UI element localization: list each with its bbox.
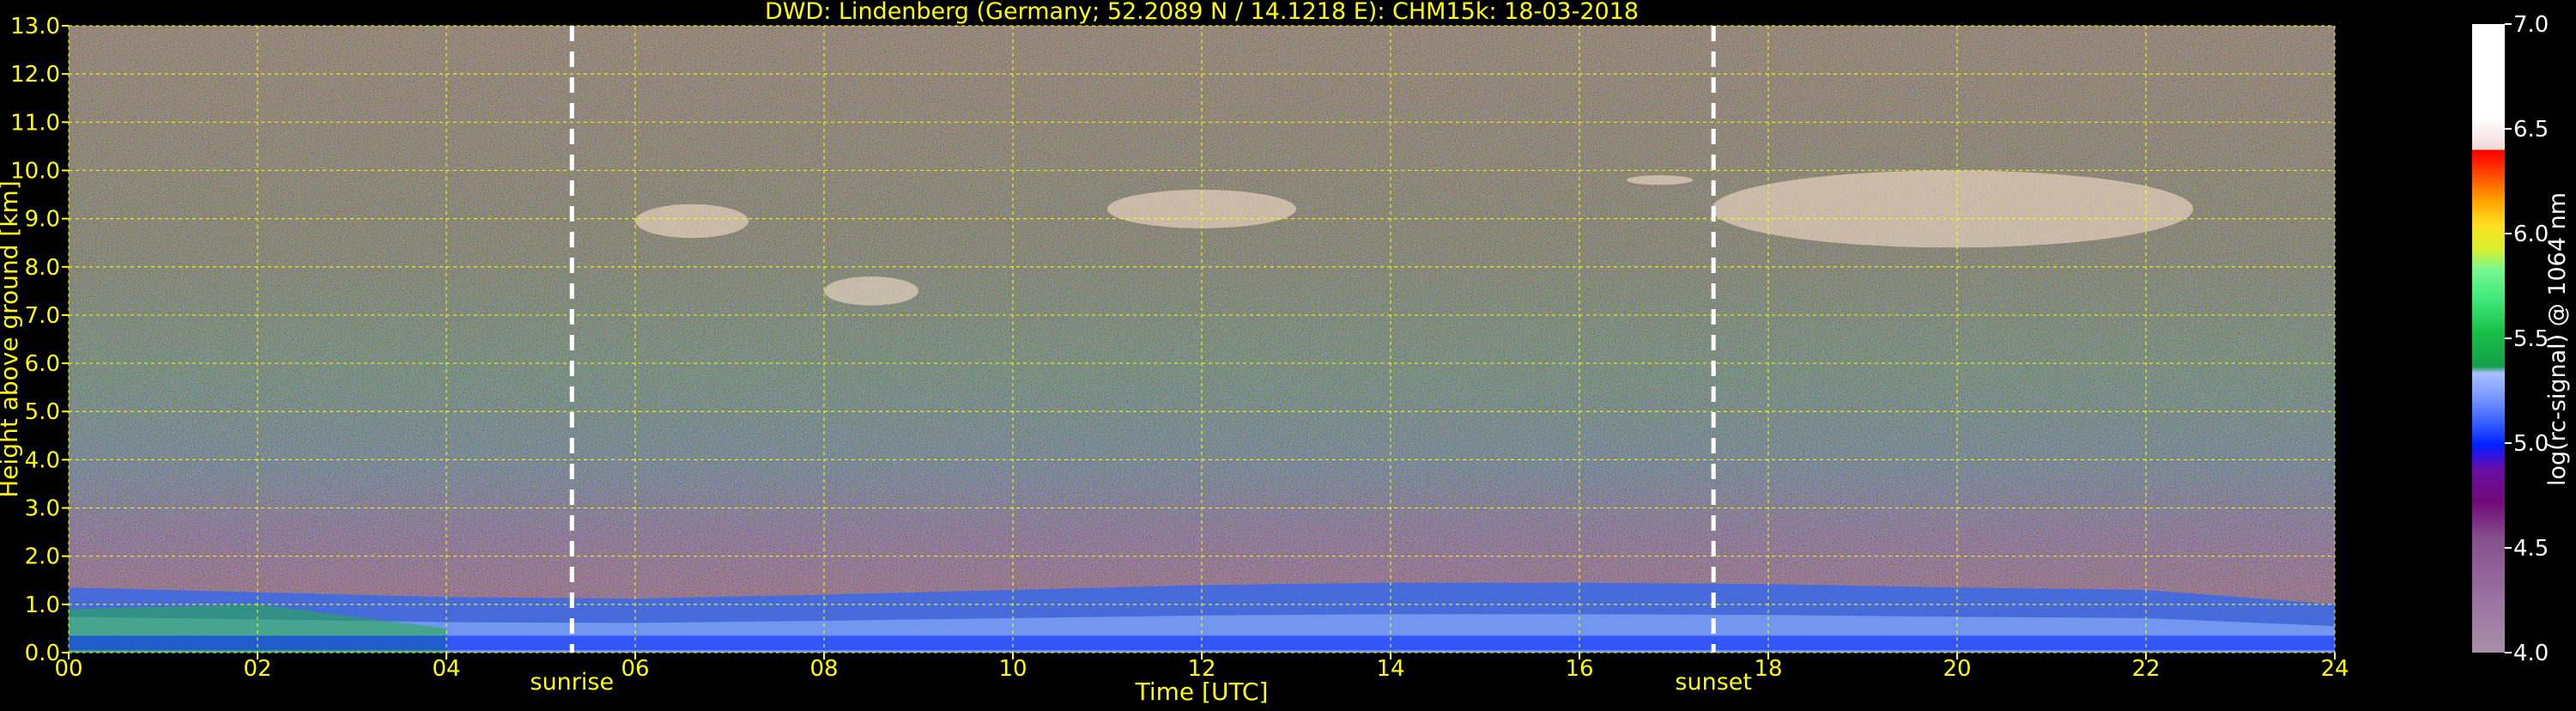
- y-axis-label: Height above ground [km]: [0, 180, 23, 498]
- chart-title: DWD: Lindenberg (Germany; 52.2089 N / 14…: [765, 0, 1639, 25]
- colorbar-tick-label: 4.5: [2513, 536, 2549, 562]
- y-tick-label: 7.0: [25, 303, 60, 329]
- colorbar-tick-label: 7.0: [2513, 12, 2549, 38]
- y-tick-label: 1.0: [25, 592, 60, 618]
- x-tick-label: 18: [1754, 656, 1782, 682]
- cirrus-cloud-4: [1712, 170, 2193, 248]
- x-axis-label: Time [UTC]: [1135, 678, 1269, 706]
- y-tick-label: 3.0: [25, 496, 60, 522]
- y-tick-label: 4.0: [25, 447, 60, 473]
- y-tick-label: 11.0: [10, 110, 60, 136]
- y-tick-label: 13.0: [10, 14, 60, 40]
- colorbar: 4.04.55.05.56.06.57.0 log(rc-signal) @ 1…: [2472, 12, 2571, 666]
- sunset-label: sunset: [1675, 669, 1752, 696]
- y-tick-label: 2.0: [25, 544, 60, 570]
- y-tick-label: 10.0: [10, 158, 60, 184]
- y-tick-label: 8.0: [25, 255, 60, 281]
- y-tick-label: 9.0: [25, 207, 60, 233]
- x-tick-label: 10: [998, 656, 1027, 682]
- cirrus-cloud-3: [1627, 175, 1693, 185]
- x-tick-label: 08: [809, 656, 838, 682]
- colorbar-tick-label: 6.5: [2513, 117, 2549, 143]
- x-tick-label: 04: [432, 656, 460, 682]
- x-tick-label: 00: [54, 656, 82, 682]
- x-tick-label: 20: [1943, 656, 1971, 682]
- cirrus-cloud-2: [1107, 189, 1296, 228]
- y-tick-label: 6.0: [25, 351, 60, 377]
- x-tick-label: 24: [2320, 656, 2349, 682]
- y-tick-label: 5.0: [25, 399, 60, 425]
- colorbar-label: log(rc-signal) @ 1064 nm: [2544, 192, 2571, 486]
- ceilometer-chart: DWD: Lindenberg (Germany; 52.2089 N / 14…: [0, 0, 2576, 708]
- x-tick-label: 02: [243, 656, 271, 682]
- x-tick-label: 14: [1376, 656, 1404, 682]
- cirrus-cloud-1: [824, 276, 918, 306]
- plot-area: [68, 25, 2336, 653]
- x-tick-label: 22: [2131, 656, 2160, 682]
- x-tick-label: 06: [621, 656, 649, 682]
- colorbar-tick-label: 4.0: [2513, 641, 2549, 666]
- sunrise-label: sunrise: [530, 669, 615, 696]
- y-tick-label: 12.0: [10, 62, 60, 88]
- cirrus-cloud-0: [635, 204, 749, 239]
- x-tick-label: 16: [1565, 656, 1593, 682]
